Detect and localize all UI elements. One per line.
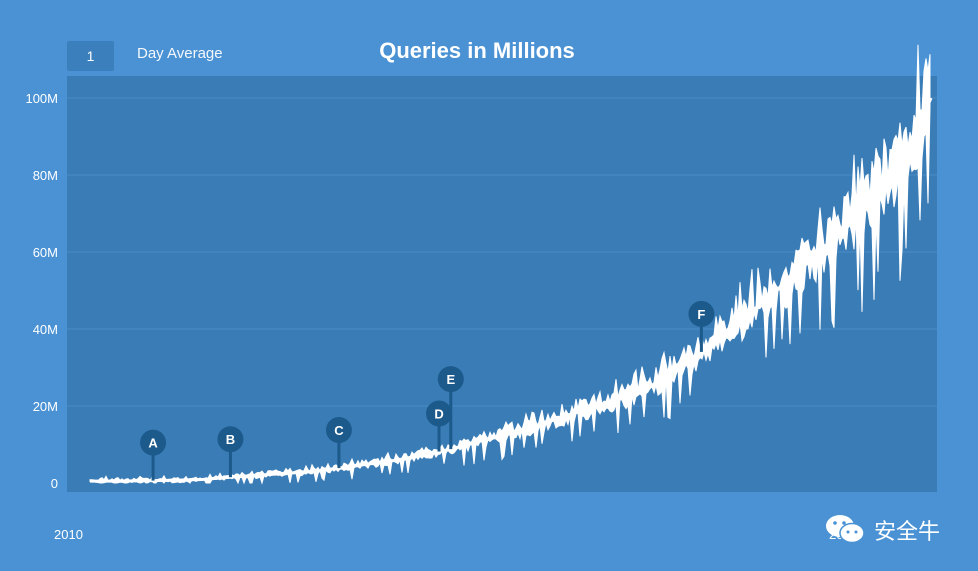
annotation-label: B [226, 432, 235, 447]
chart-plot: 0 20M 40M 60M 80M 100M A B C D E F [25, 44, 937, 492]
annotation-label: E [446, 372, 455, 387]
y-tick-label: 20M [33, 399, 58, 414]
x-tick-label-start: 2010 [54, 527, 83, 542]
plot-area [67, 76, 937, 492]
watermark: 安全牛 [822, 508, 972, 548]
annotation-label: C [334, 423, 344, 438]
y-tick-label: 40M [33, 322, 58, 337]
annotation-label: A [148, 436, 158, 451]
watermark-text: 安全牛 [874, 520, 941, 545]
y-tick-label: 100M [25, 91, 58, 106]
annotation-label: F [697, 307, 705, 322]
y-tick-label: 80M [33, 168, 58, 183]
y-tick-label: 0 [51, 476, 58, 491]
y-tick-label: 60M [33, 245, 58, 260]
chart-stage: 1 Day Average Queries in Millions 0 20M 40… [0, 0, 978, 571]
annotation-label: D [434, 407, 443, 422]
wechat-icon [826, 515, 865, 544]
